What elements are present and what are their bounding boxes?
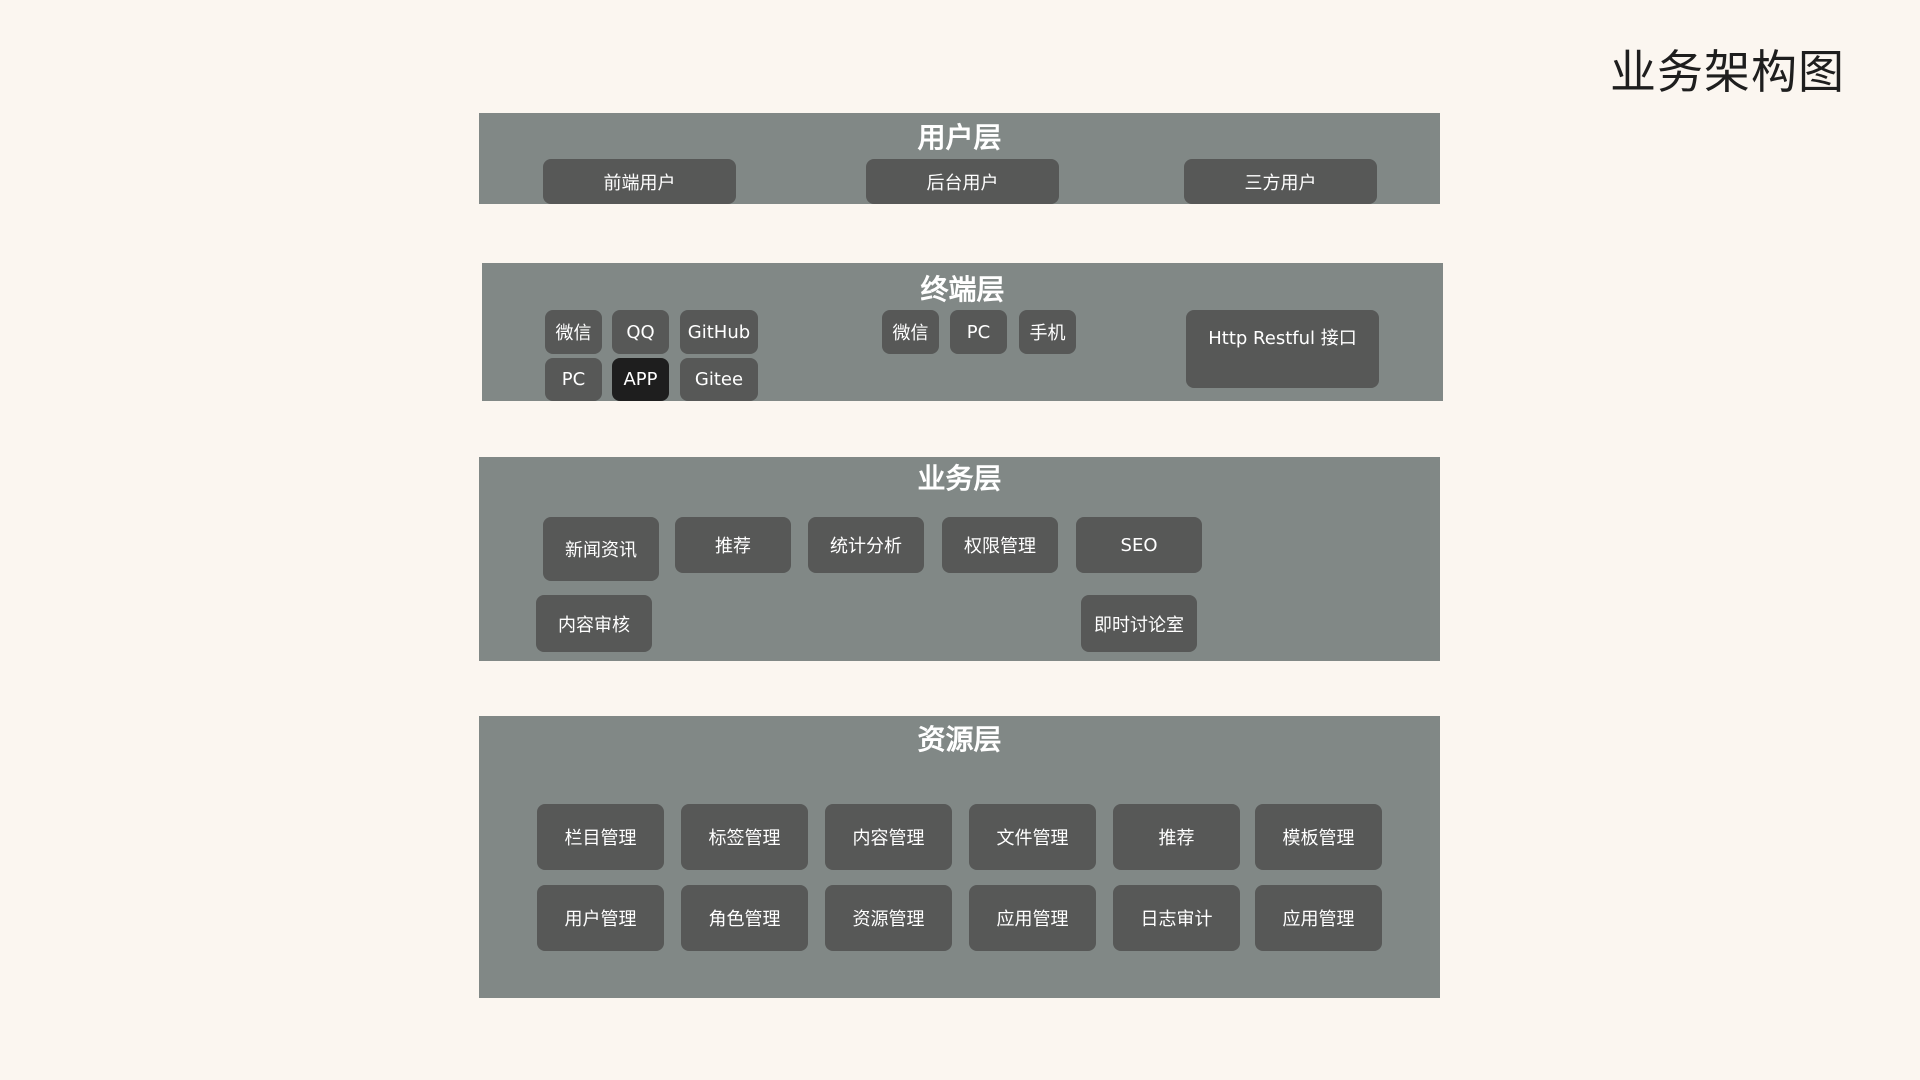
user-backend-chip[interactable]: 后台用户 [866,159,1059,204]
resource-template-chip[interactable]: 模板管理 [1255,804,1382,870]
terminal-app-chip[interactable]: APP [612,358,669,401]
resource-layer-title: 资源层 [917,723,1002,756]
terminal-pc-chip[interactable]: PC [545,358,602,401]
resource-recommend-chip[interactable]: 推荐 [1113,804,1240,870]
resource-column-chip[interactable]: 栏目管理 [537,804,664,870]
resource-app-2-chip[interactable]: 应用管理 [1255,885,1382,951]
resource-resource-chip[interactable]: 资源管理 [825,885,952,951]
business-review-chip[interactable]: 内容审核 [536,595,652,652]
user-thirdparty-chip[interactable]: 三方用户 [1184,159,1377,204]
resource-tag-chip[interactable]: 标签管理 [681,804,808,870]
terminal-github-chip[interactable]: GitHub [680,310,758,354]
resource-content-chip[interactable]: 内容管理 [825,804,952,870]
resource-layer: 资源层 栏目管理 标签管理 内容管理 文件管理 推荐 模板管理 用户管理 角色管… [479,716,1440,998]
business-analytics-chip[interactable]: 统计分析 [808,517,924,573]
business-recommend-chip[interactable]: 推荐 [675,517,791,573]
terminal-layer: 终端层 微信 QQ GitHub PC APP Gitee 微信 PC 手机 H… [482,263,1443,401]
business-layer: 业务层 新闻资讯 推荐 统计分析 权限管理 SEO 内容审核 即时讨论室 [479,457,1440,661]
terminal-wechat-2-chip[interactable]: 微信 [882,310,939,354]
terminal-qq-chip[interactable]: QQ [612,310,669,354]
business-layer-title: 业务层 [917,462,1002,495]
terminal-mobile-chip[interactable]: 手机 [1019,310,1076,354]
terminal-wechat-chip[interactable]: 微信 [545,310,602,354]
business-chatroom-chip[interactable]: 即时讨论室 [1081,595,1197,652]
resource-log-chip[interactable]: 日志审计 [1113,885,1240,951]
terminal-pc-2-chip[interactable]: PC [950,310,1007,354]
user-layer-title: 用户层 [917,121,1002,154]
page-title: 业务架构图 [1610,45,1845,99]
resource-user-chip[interactable]: 用户管理 [537,885,664,951]
user-layer: 用户层 前端用户 后台用户 三方用户 [479,113,1440,204]
terminal-gitee-chip[interactable]: Gitee [680,358,758,401]
terminal-layer-title: 终端层 [920,273,1005,306]
business-permission-chip[interactable]: 权限管理 [942,517,1058,573]
resource-role-chip[interactable]: 角色管理 [681,885,808,951]
resource-app-chip[interactable]: 应用管理 [969,885,1096,951]
user-frontend-chip[interactable]: 前端用户 [543,159,736,204]
terminal-api-chip[interactable]: Http Restful 接口 [1186,310,1379,388]
resource-file-chip[interactable]: 文件管理 [969,804,1096,870]
business-news-chip[interactable]: 新闻资讯 [543,517,659,581]
business-seo-chip[interactable]: SEO [1076,517,1202,573]
